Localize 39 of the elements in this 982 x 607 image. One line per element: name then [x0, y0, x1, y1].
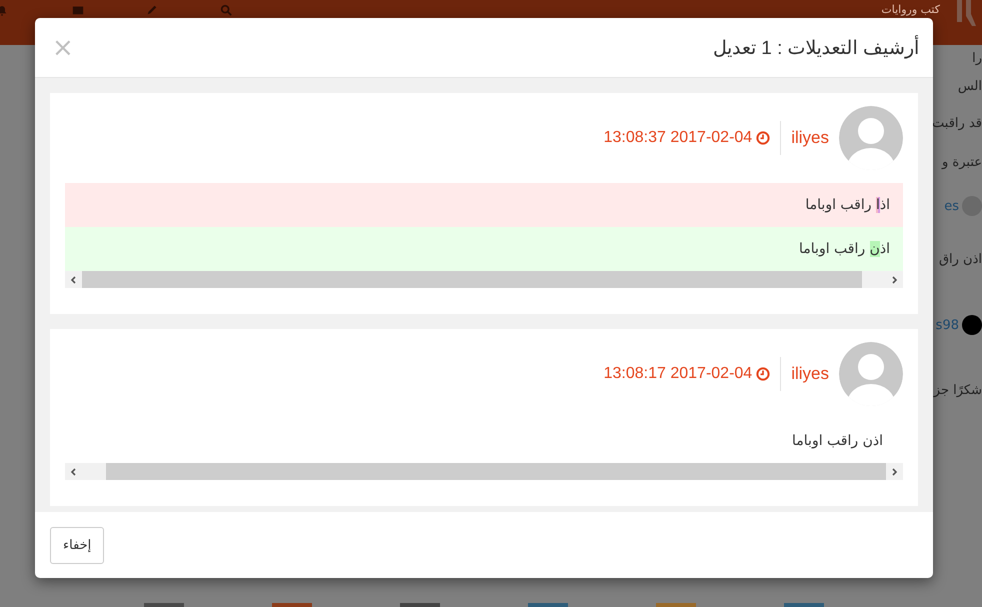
book-thumbnail[interactable] [656, 603, 696, 607]
pencil-icon[interactable] [146, 4, 158, 16]
horizontal-scrollbar[interactable] [65, 463, 903, 480]
modal-title: أرشيف التعديلات : 1 تعديل [713, 36, 919, 60]
avatar-icon [839, 342, 903, 406]
horizontal-scrollbar[interactable] [65, 271, 903, 288]
site-name[interactable]: كتب وروايات [881, 3, 940, 16]
logo-icon[interactable] [954, 0, 976, 26]
comment-text: اذن راق [938, 252, 982, 266]
comment-text: قد راقبت [932, 116, 982, 130]
revision-timestamp: 13:08:37 2017-02-04 [604, 129, 752, 147]
book-thumbnail[interactable] [272, 603, 312, 607]
comment-text: شكرًا جز [934, 382, 982, 398]
book-thumbnail[interactable] [528, 603, 568, 607]
clock-icon [756, 367, 770, 381]
scroll-left-icon[interactable] [70, 276, 77, 284]
avatar-icon [839, 106, 903, 170]
envelope-icon[interactable] [72, 4, 84, 16]
comment-text: را [972, 50, 982, 66]
scroll-right-icon[interactable] [891, 468, 898, 476]
diff-line-text: اذا راقب اوباما [805, 197, 890, 213]
clock-icon [756, 131, 770, 145]
scroll-left-icon[interactable] [70, 468, 77, 476]
book-thumbnail[interactable] [400, 603, 440, 607]
username-link[interactable]: iliyes [791, 128, 829, 148]
username-link[interactable]: iliyes [791, 364, 829, 384]
avatar-icon [962, 315, 982, 335]
comment-text: عتبرة و [942, 154, 982, 170]
username-link[interactable]: s98 [936, 318, 959, 332]
search-icon[interactable] [220, 4, 232, 16]
scroll-right-icon[interactable] [891, 276, 898, 284]
diff-line-text: اذن راقب اوباما [799, 241, 890, 257]
revision-timestamp: 13:08:17 2017-02-04 [604, 365, 752, 383]
username-link[interactable]: es [944, 198, 959, 214]
book-thumbnail[interactable] [144, 603, 184, 607]
comment-text: الس [958, 78, 982, 94]
diff-line-text: اذن راقب اوباما [792, 433, 883, 449]
hide-button[interactable]: إخفاء [50, 526, 104, 564]
book-thumbnail[interactable] [784, 603, 824, 607]
